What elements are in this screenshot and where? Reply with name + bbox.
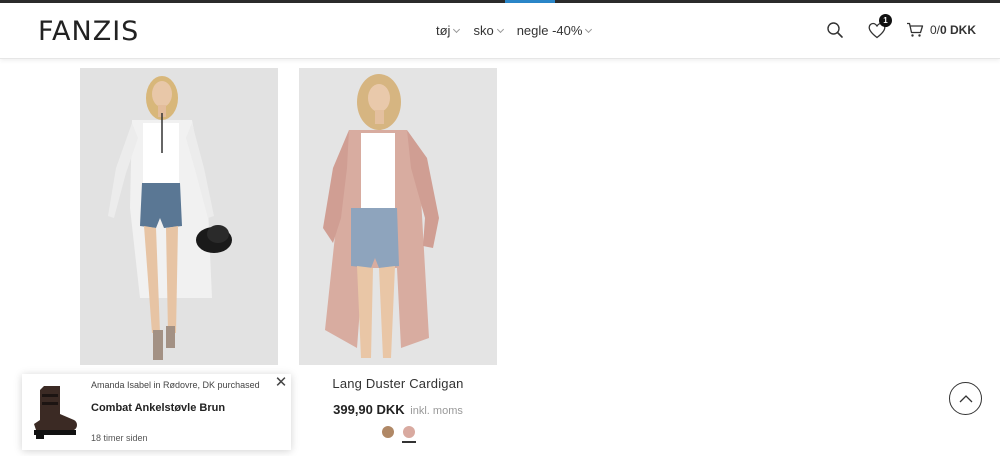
wishlist-count-badge: 1 bbox=[878, 14, 892, 27]
scroll-to-top-button[interactable] bbox=[949, 382, 982, 415]
cart-count: 0 bbox=[929, 23, 937, 37]
product-image[interactable] bbox=[299, 68, 497, 365]
price-tax-note: inkl. moms bbox=[410, 405, 463, 417]
product-card bbox=[80, 68, 278, 365]
purchase-notification: Amanda Isabel in Rødovre, DK purchased C… bbox=[22, 374, 291, 450]
chevron-down-icon bbox=[453, 25, 461, 33]
cart-icon bbox=[906, 22, 924, 37]
header-actions: 1 0/0 DKK bbox=[822, 14, 976, 43]
site-header: FANZIS tøj sko negle -40% 1 0/0 DKK bbox=[0, 3, 1000, 59]
chevron-up-icon bbox=[959, 395, 972, 403]
wishlist-button[interactable]: 1 bbox=[864, 14, 892, 43]
model-photo bbox=[80, 68, 278, 365]
logo[interactable]: FANZIS bbox=[38, 16, 139, 47]
color-swatches bbox=[299, 426, 497, 443]
main-nav: tøj sko negle -40% bbox=[436, 23, 593, 38]
notification-product-image[interactable] bbox=[26, 380, 82, 440]
cart-button[interactable]: 0/0 DKK bbox=[906, 22, 976, 38]
search-icon bbox=[827, 22, 843, 38]
nav-item-negle[interactable]: negle -40% bbox=[516, 23, 593, 38]
color-swatch[interactable] bbox=[381, 426, 394, 438]
notification-time: 18 timer siden bbox=[91, 433, 148, 443]
cart-total: 0 DKK bbox=[939, 23, 976, 37]
nav-item-toj[interactable]: tøj bbox=[436, 23, 461, 38]
nav-item-label: sko bbox=[473, 23, 494, 38]
price-amount: 399,90 DKK bbox=[333, 402, 405, 417]
search-button[interactable] bbox=[822, 17, 848, 43]
chevron-down-icon bbox=[496, 25, 504, 33]
nav-item-sko[interactable]: sko bbox=[473, 23, 504, 38]
product-price: 399,90 DKK inkl. moms bbox=[299, 402, 497, 417]
boot-image bbox=[34, 386, 77, 439]
notification-buyer: Amanda Isabel in Rødovre, DK purchased bbox=[91, 380, 260, 390]
model-photo bbox=[299, 68, 497, 365]
nav-item-label: negle -40% bbox=[516, 23, 583, 38]
product-card: Lang Duster Cardigan 399,90 DKK inkl. mo… bbox=[299, 68, 497, 443]
chevron-down-icon bbox=[585, 25, 593, 33]
notification-product-name[interactable]: Combat Ankelstøvle Brun bbox=[91, 402, 225, 414]
product-image[interactable] bbox=[80, 68, 278, 365]
close-icon[interactable]: ✕ bbox=[274, 375, 288, 390]
product-title[interactable]: Lang Duster Cardigan bbox=[299, 376, 497, 391]
color-swatch[interactable] bbox=[401, 426, 416, 443]
nav-item-label: tøj bbox=[436, 23, 451, 38]
cart-summary: 0/0 DKK bbox=[930, 23, 976, 37]
